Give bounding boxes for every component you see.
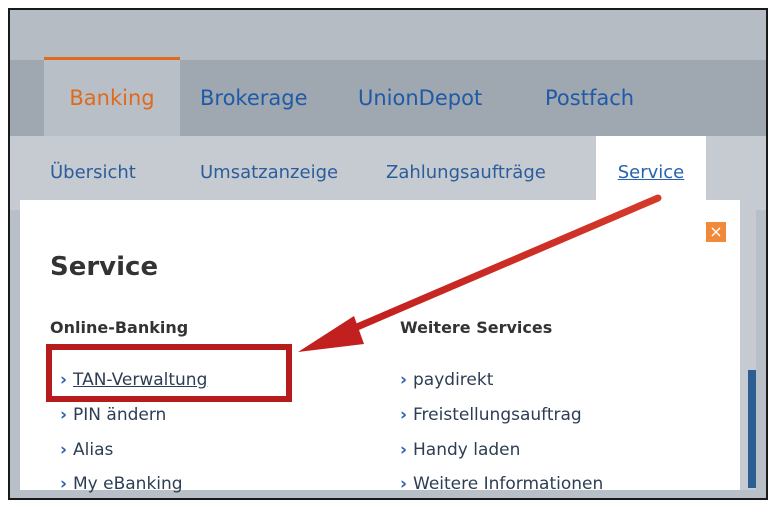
link-freistellungsauftrag[interactable]: › Freistellungsauftrag [400,405,582,425]
tab-uniondepot[interactable]: UnionDepot [358,60,482,136]
tab-banking[interactable]: Banking [44,57,180,139]
chevron-right-icon: › [60,405,68,425]
link-handy-laden[interactable]: › Handy laden [400,440,520,460]
link-weitere-informationen[interactable]: › Weitere Informationen [400,474,603,494]
chevron-right-icon: › [400,474,408,494]
link-paydirekt[interactable]: › paydirekt [400,370,493,390]
link-pin-aendern[interactable]: › PIN ändern [60,405,166,425]
subtab-service[interactable]: Service [596,136,706,210]
chevron-right-icon: › [400,440,408,460]
link-alias[interactable]: › Alias [60,440,113,460]
tab-postfach[interactable]: Postfach [545,60,634,136]
chevron-right-icon: › [400,370,408,390]
chevron-right-icon: › [60,474,68,494]
link-my-ebanking[interactable]: › My eBanking [60,474,183,494]
chevron-right-icon: › [60,440,68,460]
tab-brokerage[interactable]: Brokerage [200,60,308,136]
annotation-highlight-box [46,344,292,402]
top-strip [10,10,766,60]
column-heading-online-banking: Online-Banking [50,318,189,337]
sub-navigation: Übersicht Umsatzanzeige Zahlungsaufträge… [10,136,766,210]
subtab-zahlungsauftraege[interactable]: Zahlungsaufträge [386,136,546,210]
column-heading-weitere-services: Weitere Services [400,318,553,337]
chevron-right-icon: › [400,405,408,425]
close-icon[interactable]: × [706,222,726,242]
subtab-uebersicht[interactable]: Übersicht [50,136,136,210]
side-accent [748,370,756,488]
panel-title: Service [50,252,159,282]
main-navigation: Banking Brokerage UnionDepot Postfach [10,57,766,139]
subtab-umsatzanzeige[interactable]: Umsatzanzeige [200,136,338,210]
